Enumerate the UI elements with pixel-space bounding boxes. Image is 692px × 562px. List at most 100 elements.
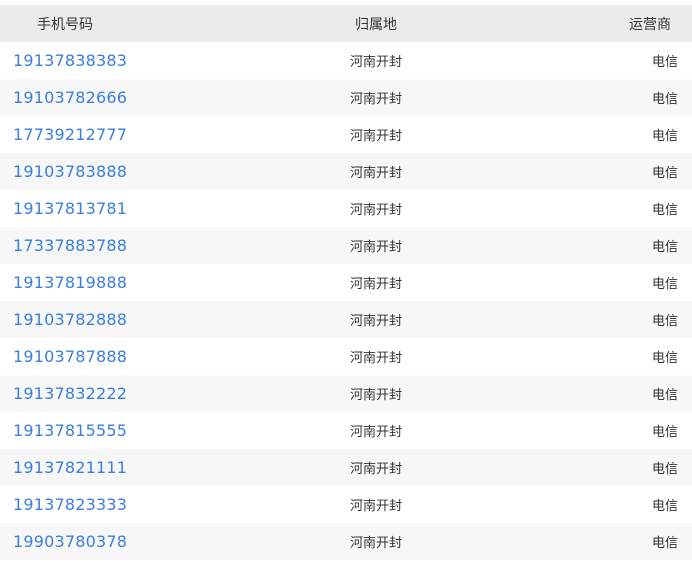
phone-number-link[interactable]: 19137815555 [13, 421, 127, 440]
operator-column-header: 运营商 [629, 16, 671, 33]
phone-number-link[interactable]: 19137813781 [13, 199, 127, 218]
phone-number-link[interactable]: 19903780378 [13, 532, 127, 551]
location-cell: 河南开封 [240, 51, 512, 70]
location-text: 河南开封 [349, 203, 402, 218]
location-cell: 河南开封 [240, 310, 512, 329]
operator-cell: 电信 [512, 88, 692, 107]
phone-number-link[interactable]: 17337883788 [13, 236, 127, 255]
location-cell: 河南开封 [240, 162, 512, 181]
operator-cell: 电信 [512, 384, 692, 403]
phone-cell: 19137823333 [0, 495, 240, 514]
operator-text: 电信 [651, 240, 678, 255]
table-row: 19137832222 河南开封 电信 [0, 375, 692, 412]
location-cell: 河南开封 [240, 495, 512, 514]
operator-cell: 电信 [512, 310, 692, 329]
location-cell: 河南开封 [240, 236, 512, 255]
operator-text: 电信 [651, 277, 678, 292]
table-row: 17739212777 河南开封 电信 [0, 116, 692, 153]
operator-text: 电信 [651, 129, 678, 144]
location-text: 河南开封 [349, 388, 402, 403]
operator-text: 电信 [651, 388, 678, 403]
location-text: 河南开封 [349, 462, 402, 477]
location-text: 河南开封 [349, 55, 402, 70]
phone-number-link[interactable]: 17739212777 [13, 125, 127, 144]
header-cell-operator: 运营商 [512, 14, 692, 34]
table-row: 19137838383 河南开封 电信 [0, 42, 692, 79]
phone-number-link[interactable]: 19103782666 [13, 88, 127, 107]
operator-text: 电信 [651, 92, 678, 107]
location-text: 河南开封 [349, 499, 402, 514]
location-cell: 河南开封 [240, 199, 512, 218]
location-cell: 河南开封 [240, 532, 512, 551]
phone-cell: 19137815555 [0, 421, 240, 440]
phone-cell: 19903780378 [0, 532, 240, 551]
phone-number-link[interactable]: 19137838383 [13, 51, 127, 70]
location-cell: 河南开封 [240, 88, 512, 107]
operator-cell: 电信 [512, 162, 692, 181]
location-text: 河南开封 [349, 277, 402, 292]
table-header-row: 手机号码 归属地 运营商 [0, 5, 692, 42]
location-cell: 河南开封 [240, 458, 512, 477]
phone-cell: 19103782888 [0, 310, 240, 329]
location-text: 河南开封 [349, 129, 402, 144]
table-row: 19137813781 河南开封 电信 [0, 190, 692, 227]
table-row: 17337883788 河南开封 电信 [0, 227, 692, 264]
operator-text: 电信 [651, 462, 678, 477]
phone-number-link[interactable]: 19103782888 [13, 310, 127, 329]
location-cell: 河南开封 [240, 384, 512, 403]
location-text: 河南开封 [349, 351, 402, 366]
operator-text: 电信 [651, 536, 678, 551]
phone-cell: 19137821111 [0, 458, 240, 477]
operator-cell: 电信 [512, 273, 692, 292]
location-cell: 河南开封 [240, 125, 512, 144]
phone-cell: 19137832222 [0, 384, 240, 403]
operator-text: 电信 [651, 55, 678, 70]
operator-text: 电信 [651, 499, 678, 514]
phone-column-header: 手机号码 [37, 16, 93, 33]
operator-cell: 电信 [512, 495, 692, 514]
phone-cell: 19137838383 [0, 51, 240, 70]
operator-text: 电信 [651, 314, 678, 329]
phone-number-link[interactable]: 19103787888 [13, 347, 127, 366]
location-cell: 河南开封 [240, 273, 512, 292]
operator-cell: 电信 [512, 347, 692, 366]
table-row: 19137823333 河南开封 电信 [0, 486, 692, 523]
operator-cell: 电信 [512, 458, 692, 477]
table-row: 19103783888 河南开封 电信 [0, 153, 692, 190]
phone-number-link[interactable]: 19137823333 [13, 495, 127, 514]
phone-cell: 19103782666 [0, 88, 240, 107]
operator-text: 电信 [651, 351, 678, 366]
operator-cell: 电信 [512, 532, 692, 551]
table-row: 19903780378 河南开封 电信 [0, 523, 692, 560]
location-text: 河南开封 [349, 314, 402, 329]
location-text: 河南开封 [349, 536, 402, 551]
operator-cell: 电信 [512, 421, 692, 440]
phone-cell: 17337883788 [0, 236, 240, 255]
table-row: 19103782666 河南开封 电信 [0, 79, 692, 116]
location-column-header: 归属地 [355, 16, 397, 33]
table-row: 19103787888 河南开封 电信 [0, 338, 692, 375]
phone-number-link[interactable]: 19103783888 [13, 162, 127, 181]
location-text: 河南开封 [349, 166, 402, 181]
table-row: 19137815555 河南开封 电信 [0, 412, 692, 449]
table-row: 19137819888 河南开封 电信 [0, 264, 692, 301]
phone-cell: 17739212777 [0, 125, 240, 144]
table-row: 19103782888 河南开封 电信 [0, 301, 692, 338]
header-cell-location: 归属地 [240, 14, 512, 34]
operator-cell: 电信 [512, 199, 692, 218]
header-cell-phone: 手机号码 [0, 14, 240, 34]
table-row: 19137821111 河南开封 电信 [0, 449, 692, 486]
location-text: 河南开封 [349, 240, 402, 255]
operator-cell: 电信 [512, 125, 692, 144]
phone-cell: 19103783888 [0, 162, 240, 181]
location-text: 河南开封 [349, 92, 402, 107]
phone-number-link[interactable]: 19137821111 [13, 458, 127, 477]
phone-number-link[interactable]: 19137819888 [13, 273, 127, 292]
operator-text: 电信 [651, 425, 678, 440]
table-body: 19137838383 河南开封 电信 19103782666 河南开封 电信 … [0, 42, 692, 560]
phone-number-link[interactable]: 19137832222 [13, 384, 127, 403]
phone-cell: 19137819888 [0, 273, 240, 292]
location-cell: 河南开封 [240, 421, 512, 440]
operator-text: 电信 [651, 203, 678, 218]
operator-cell: 电信 [512, 51, 692, 70]
